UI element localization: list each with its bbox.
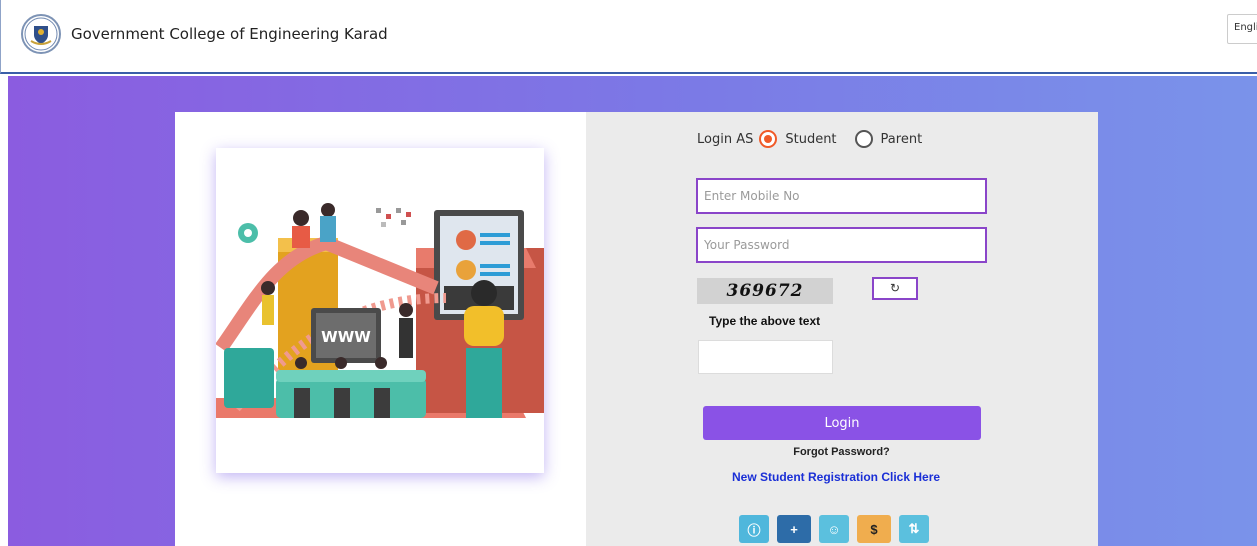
sort-button[interactable]: ⇅ (899, 515, 929, 543)
parent-radio-label[interactable]: Parent (881, 132, 923, 147)
www-board-text: WWW (321, 328, 371, 346)
mobile-input[interactable] (696, 178, 987, 214)
user-button[interactable]: ☺ (819, 515, 849, 543)
login-button[interactable]: Login (703, 406, 981, 440)
online-learning-illustration: WWW (215, 203, 544, 418)
college-logo (21, 14, 61, 54)
sort-icon: ⇅ (908, 521, 920, 536)
login-as-group: Login AS Student Parent (697, 129, 934, 149)
student-radio-label[interactable]: Student (785, 132, 836, 147)
forgot-password-link[interactable]: Forgot Password? (793, 446, 890, 458)
user-icon: ☺ (827, 521, 841, 537)
password-input[interactable] (696, 227, 987, 263)
new-student-registration-link[interactable]: New Student Registration Click Here (732, 470, 940, 484)
fees-button[interactable]: $ (857, 515, 891, 543)
language-select[interactable]: English (1227, 14, 1257, 44)
add-button[interactable]: + (777, 515, 811, 543)
student-radio[interactable] (759, 130, 778, 148)
info-icon: ⓘ (747, 522, 761, 538)
captcha-input[interactable] (698, 340, 833, 374)
login-as-label: Login AS (697, 131, 754, 147)
captcha-refresh-button[interactable]: ↻ (872, 277, 918, 300)
captcha-instruction: Type the above text (709, 314, 821, 328)
action-icon-row: ⓘ + ☺ $ ⇅ (739, 515, 929, 543)
plus-icon: + (790, 521, 798, 537)
page-title: Government College of Engineering Karad (71, 25, 388, 43)
captcha-image: 369672 (697, 278, 833, 304)
info-button[interactable]: ⓘ (739, 515, 769, 543)
illustration-card: WWW (215, 148, 544, 473)
refresh-icon: ↻ (889, 281, 901, 295)
top-header: Government College of Engineering Karad … (0, 0, 1257, 74)
dollar-icon: $ (870, 521, 878, 537)
parent-radio[interactable] (854, 130, 873, 148)
